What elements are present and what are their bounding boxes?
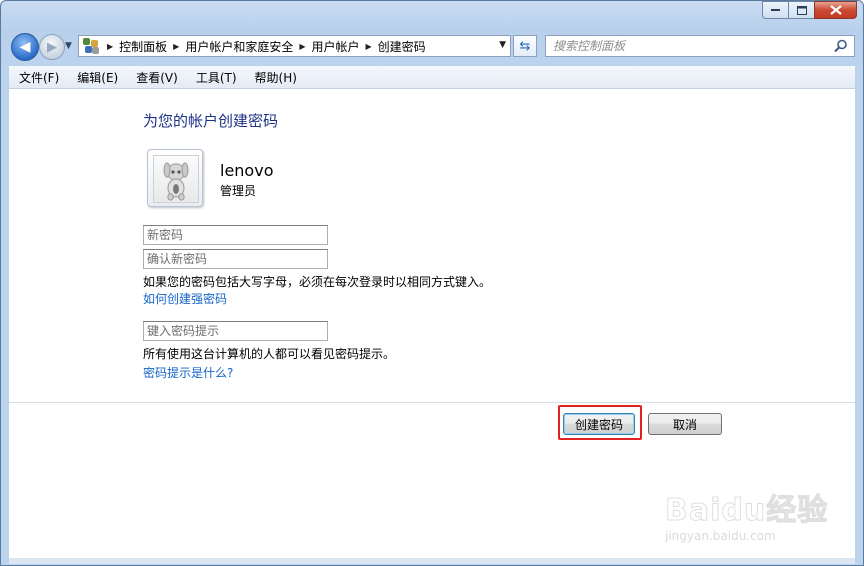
chevron-right-icon: ▶ (107, 41, 114, 51)
watermark-brand: Baidu经验 (664, 493, 829, 529)
window-bottom-border (9, 558, 855, 564)
breadcrumb-user-accounts-family[interactable]: 用户帐户和家庭安全 (185, 38, 293, 55)
minimize-icon (770, 9, 780, 11)
password-hint-input[interactable] (147, 323, 323, 339)
breadcrumb-create-password[interactable]: 创建密码 (378, 38, 426, 55)
chevron-right-icon: ▶ (365, 41, 372, 51)
recent-pages-dropdown[interactable]: ▼ (65, 41, 72, 51)
breadcrumb-user-accounts[interactable]: 用户帐户 (312, 38, 360, 55)
new-password-field[interactable] (143, 225, 328, 245)
baidu-watermark: Baidu经验 jingyan.baidu.com (657, 479, 857, 549)
minimize-button[interactable] (762, 1, 788, 19)
refresh-icon: ⇆ (519, 38, 531, 54)
search-input[interactable] (553, 38, 823, 54)
page-title: 为您的帐户创建密码 (143, 112, 279, 130)
menu-help[interactable]: 帮助(H) (245, 69, 305, 86)
address-bar[interactable]: ▶ 控制面板 ▶ 用户帐户和家庭安全 ▶ 用户帐户 ▶ 创建密码 ▼ (78, 35, 511, 57)
watermark-url: jingyan.baidu.com (665, 529, 776, 543)
menu-view[interactable]: 查看(V) (126, 69, 186, 86)
robot-dog-icon (163, 162, 189, 201)
avatar (147, 149, 203, 207)
address-dropdown-icon[interactable]: ▼ (499, 40, 506, 50)
hint-visibility-note: 所有使用这台计算机的人都可以看见密码提示。 (143, 347, 396, 361)
confirm-password-input[interactable] (147, 251, 323, 267)
maximize-button[interactable] (788, 1, 814, 19)
search-icon[interactable] (834, 39, 848, 53)
password-hint-field[interactable] (143, 321, 328, 341)
refresh-button[interactable]: ⇆ (513, 35, 537, 57)
menu-tools[interactable]: 工具(T) (186, 69, 245, 86)
cancel-button[interactable]: 取消 (648, 413, 722, 435)
main-content: 为您的帐户创建密码 lenovo 管理员 如果您的密码包括大写字母，必须在每次登… (9, 89, 855, 558)
search-box[interactable] (545, 35, 855, 57)
strong-password-link[interactable]: 如何创建强密码 (143, 290, 227, 307)
divider (9, 402, 855, 403)
close-icon (829, 5, 842, 15)
breadcrumb: ▶ 控制面板 ▶ 用户帐户和家庭安全 ▶ 用户帐户 ▶ 创建密码 (101, 38, 426, 55)
caption-buttons (762, 1, 857, 19)
menu-bar: 文件(F) 编辑(E) 查看(V) 工具(T) 帮助(H) (9, 66, 855, 89)
user-picture (153, 155, 199, 203)
forward-arrow-icon: ▶ (47, 39, 57, 55)
forward-button[interactable]: ▶ (39, 34, 65, 60)
control-panel-icon (83, 38, 101, 54)
new-password-input[interactable] (147, 227, 323, 243)
user-name: lenovo (220, 161, 274, 180)
menu-file[interactable]: 文件(F) (9, 69, 67, 86)
back-button[interactable]: ◀ (11, 33, 39, 61)
case-sensitivity-note: 如果您的密码包括大写字母，必须在每次登录时以相同方式键入。 (143, 275, 492, 289)
back-arrow-icon: ◀ (19, 39, 31, 55)
menu-edit[interactable]: 编辑(E) (67, 69, 126, 86)
chevron-right-icon: ▶ (173, 41, 180, 51)
confirm-password-field[interactable] (143, 249, 328, 269)
control-panel-window: ◀ ▶ ▼ ▶ 控制面板 ▶ 用户帐户和家庭安全 ▶ 用户帐户 ▶ 创建密码 ▼… (0, 0, 864, 566)
chevron-right-icon: ▶ (299, 41, 306, 51)
close-button[interactable] (814, 1, 857, 19)
create-password-button[interactable]: 创建密码 (563, 413, 635, 435)
what-is-hint-link[interactable]: 密码提示是什么? (143, 364, 233, 381)
maximize-icon (796, 5, 807, 15)
user-role: 管理员 (220, 184, 257, 198)
breadcrumb-control-panel[interactable]: 控制面板 (119, 38, 167, 55)
